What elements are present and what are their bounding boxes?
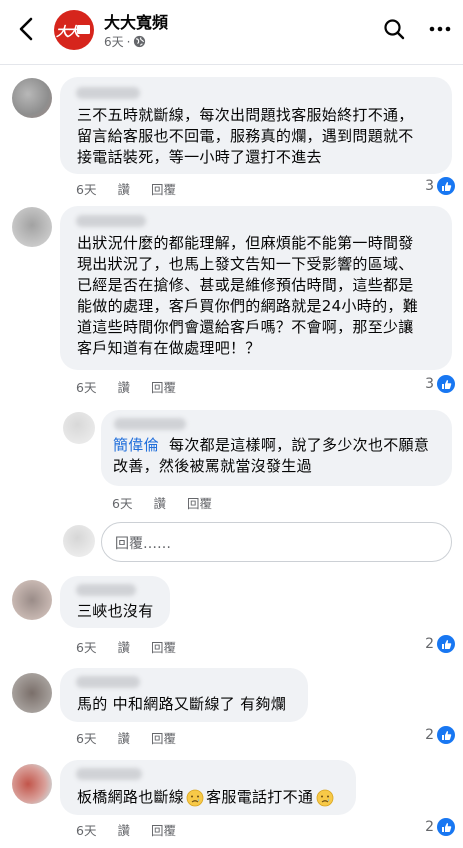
comment-actions: 6天 讚 回覆	[76, 377, 176, 396]
comment-text: 馬的 中和網路又斷線了 有夠爛	[77, 694, 286, 715]
meta-separator: ·	[126, 34, 131, 49]
more-icon[interactable]	[429, 18, 451, 40]
avatar[interactable]	[12, 580, 52, 620]
like-count: 3	[425, 376, 434, 392]
comment-line: 接電話裝死，等一小時了還打不進去	[77, 148, 322, 166]
comment-line: 道這些時間你們會還給客戶嗎？不會啊，那至少讓	[77, 318, 414, 336]
comment-text: 三不五時就斷線，每次出問題找客服始終打不通， 留言給客服也不回電，服務真的爛，遇…	[77, 105, 414, 168]
comment-line: 能做的處理，客戶買你們的網路就是24小時的，難	[77, 297, 418, 315]
reply-actions: 6天 讚 回覆	[112, 493, 212, 512]
reaction-count[interactable]: 2	[425, 818, 455, 836]
comment-actions: 6天 讚 回覆	[76, 637, 176, 656]
comment-line: 客戶知道有在做處理吧！？	[77, 339, 261, 357]
post-header: 大大 大大寬頻 6天 ·	[0, 0, 463, 62]
like-count: 2	[425, 727, 434, 743]
search-icon[interactable]	[383, 18, 405, 40]
commenter-name-blurred[interactable]	[76, 215, 146, 227]
page-avatar[interactable]: 大大	[54, 10, 94, 50]
comment-line: 現出狀況了，也馬上發文告知一下受影響的區域、	[77, 255, 414, 273]
like-button[interactable]: 讚	[117, 728, 130, 747]
reply-button[interactable]: 回覆	[151, 179, 176, 198]
reply-placeholder: 回覆……	[115, 536, 171, 552]
reply-input[interactable]: 回覆……	[101, 522, 452, 562]
comment-line: 留言給客服也不回電，服務真的爛，遇到問題就不	[77, 127, 414, 145]
like-button[interactable]: 讚	[153, 493, 166, 512]
thumbs-up-icon	[437, 177, 455, 195]
avatar[interactable]	[12, 78, 52, 118]
comment-actions: 6天 讚 回覆	[76, 728, 176, 747]
reply-line: 簡偉倫 每次都是這樣啊，說了多少次也不願意	[113, 435, 429, 456]
comment-bubble: 出狀況什麼的都能理解，但麻煩能不能第一時間發 現出狀況了，也馬上發文告知一下受影…	[60, 206, 452, 370]
thumbs-up-icon	[437, 375, 455, 393]
comment-line: 出狀況什麼的都能理解，但麻煩能不能第一時間發	[77, 234, 414, 252]
comment-time[interactable]: 6天	[76, 179, 96, 198]
like-button[interactable]: 讚	[117, 179, 130, 198]
like-count: 3	[425, 178, 434, 194]
commenter-name-blurred[interactable]	[76, 87, 140, 99]
comment-line: 三不五時就斷線，每次出問題找客服始終打不通，	[77, 106, 414, 124]
comment-text-part: 客服電話打不通	[206, 788, 314, 806]
like-count: 2	[425, 819, 434, 835]
reply-button[interactable]: 回覆	[151, 377, 176, 396]
reaction-count[interactable]: 2	[425, 635, 455, 653]
sad-face-emoji-icon	[186, 789, 204, 806]
avatar	[63, 525, 95, 557]
comment-bubble: 三峽也沒有	[60, 576, 170, 628]
replier-name-blurred[interactable]	[114, 418, 186, 430]
reply-button[interactable]: 回覆	[151, 820, 176, 839]
logo-badge	[77, 25, 90, 34]
logo-text: 大大	[56, 25, 80, 40]
reply-text: 簡偉倫 每次都是這樣啊，說了多少次也不願意 改善，然後被罵就當沒發生過	[113, 435, 429, 477]
comment-bubble: 馬的 中和網路又斷線了 有夠爛	[60, 668, 308, 722]
sad-face-emoji-icon	[316, 789, 334, 806]
back-arrow-icon[interactable]	[14, 14, 40, 44]
comment-text: 出狀況什麼的都能理解，但麻煩能不能第一時間發 現出狀況了，也馬上發文告知一下受影…	[77, 233, 418, 359]
avatar[interactable]	[63, 412, 95, 444]
post-meta: 6天 ·	[104, 33, 146, 50]
like-count: 2	[425, 636, 434, 652]
reply-bubble: 簡偉倫 每次都是這樣啊，說了多少次也不願意 改善，然後被罵就當沒發生過	[101, 410, 452, 486]
comment-bubble: 板橋網路也斷線 客服電話打不通	[60, 760, 356, 815]
header-actions	[383, 18, 451, 40]
header-divider	[0, 64, 463, 65]
avatar[interactable]	[12, 207, 52, 247]
post-time[interactable]: 6天	[104, 33, 124, 50]
reply-line: 改善，然後被罵就當沒發生過	[113, 457, 312, 475]
thumbs-up-icon	[437, 635, 455, 653]
commenter-name-blurred[interactable]	[76, 584, 136, 596]
reaction-count[interactable]: 3	[425, 177, 455, 195]
commenter-name-blurred[interactable]	[76, 676, 140, 688]
like-button[interactable]: 讚	[117, 377, 130, 396]
reaction-count[interactable]: 2	[425, 726, 455, 744]
like-button[interactable]: 讚	[117, 637, 130, 656]
comment-time[interactable]: 6天	[76, 728, 96, 747]
reaction-count[interactable]: 3	[425, 375, 455, 393]
globe-icon	[134, 35, 146, 48]
commenter-name-blurred[interactable]	[76, 768, 142, 780]
page-name[interactable]: 大大寬頻	[104, 9, 168, 33]
comment-bubble: 三不五時就斷線，每次出問題找客服始終打不通， 留言給客服也不回電，服務真的爛，遇…	[60, 77, 452, 174]
mentioned-user-link[interactable]: 簡偉倫	[113, 436, 159, 454]
reply-time[interactable]: 6天	[112, 493, 132, 512]
comment-actions: 6天 讚 回覆	[76, 820, 176, 839]
comment-line: 已經是否在搶修、甚或是維修預估時間，這些都是	[77, 276, 414, 294]
like-button[interactable]: 讚	[117, 820, 130, 839]
reply-line-text: 每次都是這樣啊，說了多少次也不願意	[169, 436, 430, 454]
comment-time[interactable]: 6天	[76, 820, 96, 839]
reply-button[interactable]: 回覆	[151, 728, 176, 747]
thumbs-up-icon	[437, 726, 455, 744]
reply-button[interactable]: 回覆	[151, 637, 176, 656]
comment-text-part: 板橋網路也斷線	[77, 788, 185, 806]
thumbs-up-icon	[437, 818, 455, 836]
comment-line: 三峽也沒有	[77, 602, 154, 620]
comment-time[interactable]: 6天	[76, 637, 96, 656]
comment-line: 馬的 中和網路又斷線了 有夠爛	[77, 695, 287, 713]
comment-time[interactable]: 6天	[76, 377, 96, 396]
comment-text: 板橋網路也斷線 客服電話打不通	[77, 787, 334, 808]
comment-text: 三峽也沒有	[77, 601, 154, 622]
avatar[interactable]	[12, 673, 52, 713]
avatar[interactable]	[12, 764, 52, 804]
comment-actions: 6天 讚 回覆	[76, 179, 176, 198]
reply-button[interactable]: 回覆	[187, 493, 212, 512]
